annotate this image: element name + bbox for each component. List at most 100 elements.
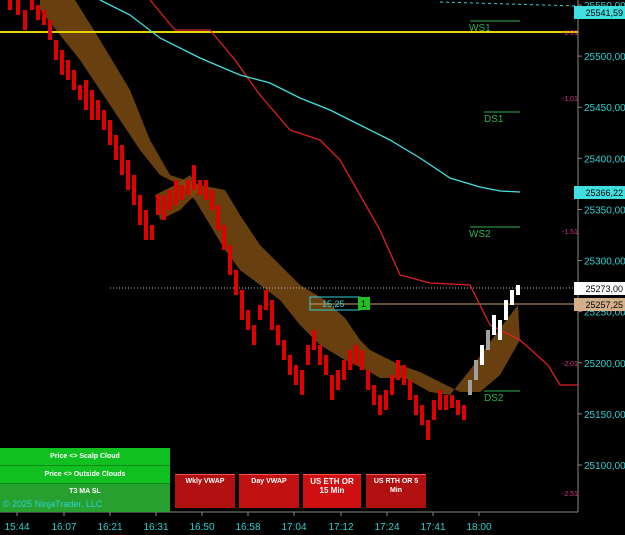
candle <box>240 290 244 320</box>
ds1-label: DS1 <box>484 114 504 125</box>
candle <box>23 10 27 30</box>
candle <box>102 110 106 130</box>
candle <box>204 180 208 200</box>
position-qty: 1 <box>361 299 366 309</box>
candle <box>510 290 514 305</box>
candle <box>312 330 316 350</box>
candle <box>228 245 232 275</box>
candle <box>462 405 466 420</box>
candle <box>270 300 274 330</box>
outside-clouds-button[interactable]: Price <> Outside Clouds <box>0 466 170 484</box>
candle <box>78 85 82 100</box>
price-tick-label: 25150,00 <box>584 410 625 421</box>
candle <box>330 375 334 400</box>
time-tick-label: 15:44 <box>4 522 29 533</box>
candle <box>378 395 382 415</box>
candle <box>252 325 256 345</box>
pct-label-3: -1.51 <box>562 229 578 236</box>
candle <box>480 345 484 365</box>
candle <box>498 320 502 340</box>
candle <box>438 390 442 410</box>
day-vwap-button[interactable]: Day VWAP <box>239 474 299 508</box>
candle <box>16 0 20 15</box>
candle <box>192 165 196 190</box>
price-axis[interactable]: 25550,0025500,0025450,0025400,0025350,00… <box>578 1 625 472</box>
candle <box>324 355 328 375</box>
price-tick-label: 25300,00 <box>584 257 625 268</box>
candle <box>156 195 160 215</box>
candle <box>36 5 40 20</box>
candle <box>96 100 100 120</box>
candle <box>432 400 436 420</box>
time-tick-label: 16:58 <box>235 522 260 533</box>
candle <box>8 0 12 10</box>
price-tick-label: 25350,00 <box>584 205 625 216</box>
us-rth-or-button[interactable]: US RTH OR 5 Min <box>366 474 426 508</box>
price-tick-label: 25200,00 <box>584 359 625 370</box>
scalp-cloud-button[interactable]: Price <> Scalp Cloud <box>0 448 170 466</box>
candle <box>450 395 454 408</box>
candle <box>222 225 226 250</box>
candle <box>372 385 376 405</box>
candle <box>342 360 346 380</box>
time-axis[interactable]: 15:44 16:07 16:21 16:31 16:50 16:58 17:04 17:12… <box>4 512 492 533</box>
candle <box>198 180 202 195</box>
candle <box>414 395 418 415</box>
candle <box>360 350 364 370</box>
candle <box>420 405 424 425</box>
time-tick-label: 18:00 <box>466 522 491 533</box>
price-tag-middle: 25366,22 <box>574 186 625 199</box>
copyright-text: © 2025 NinjaTrader, LLC <box>3 499 103 509</box>
candle <box>138 195 142 225</box>
price-tick-label: 25500,00 <box>584 52 625 63</box>
candle <box>48 20 52 40</box>
candle <box>180 185 184 200</box>
candle <box>30 0 34 10</box>
time-tick-label: 16:31 <box>143 522 168 533</box>
pct-label-2: -1.01 <box>562 96 578 103</box>
candle <box>234 270 238 295</box>
candle <box>288 355 292 375</box>
candle <box>42 10 46 25</box>
candle <box>174 180 178 205</box>
candle <box>384 390 388 410</box>
candle <box>492 315 496 335</box>
top-dash-line <box>439 1 579 7</box>
candle <box>258 305 262 320</box>
candle <box>60 50 64 75</box>
candle <box>84 80 88 110</box>
candle <box>210 190 214 210</box>
time-tick-label: 17:41 <box>420 522 445 533</box>
candle <box>336 370 340 390</box>
candle <box>216 205 220 230</box>
candle <box>354 345 358 365</box>
price-tick-label: 25400,00 <box>584 154 625 165</box>
candle <box>264 290 268 310</box>
candle <box>396 360 400 380</box>
ws1-label: WS1 <box>469 23 491 34</box>
candle <box>306 345 310 365</box>
candle <box>444 395 448 410</box>
candle <box>168 190 172 210</box>
time-tick-label: 17:04 <box>281 522 306 533</box>
wkly-vwap-button[interactable]: Wkly VWAP <box>175 474 235 508</box>
pct-label-1: -1.01 <box>562 30 578 37</box>
time-tick-label: 16:21 <box>97 522 122 533</box>
candle <box>276 325 280 345</box>
candle <box>186 180 190 195</box>
candle <box>474 360 478 380</box>
price-tick-label: 25100,00 <box>584 461 625 472</box>
us-eth-or-button[interactable]: US ETH OR 15 Min <box>303 474 361 508</box>
candle <box>300 370 304 395</box>
ds2-label: DS2 <box>484 393 504 404</box>
candle <box>318 345 322 365</box>
candle <box>402 365 406 385</box>
candle <box>162 195 166 220</box>
ws2-label: WS2 <box>469 229 491 240</box>
candle <box>468 380 472 395</box>
time-tick-label: 17:12 <box>328 522 353 533</box>
position-value: 15,25 <box>322 299 345 309</box>
candle <box>486 330 490 350</box>
candle <box>54 40 58 60</box>
price-tag-vwap: 25257,25 <box>574 298 625 311</box>
